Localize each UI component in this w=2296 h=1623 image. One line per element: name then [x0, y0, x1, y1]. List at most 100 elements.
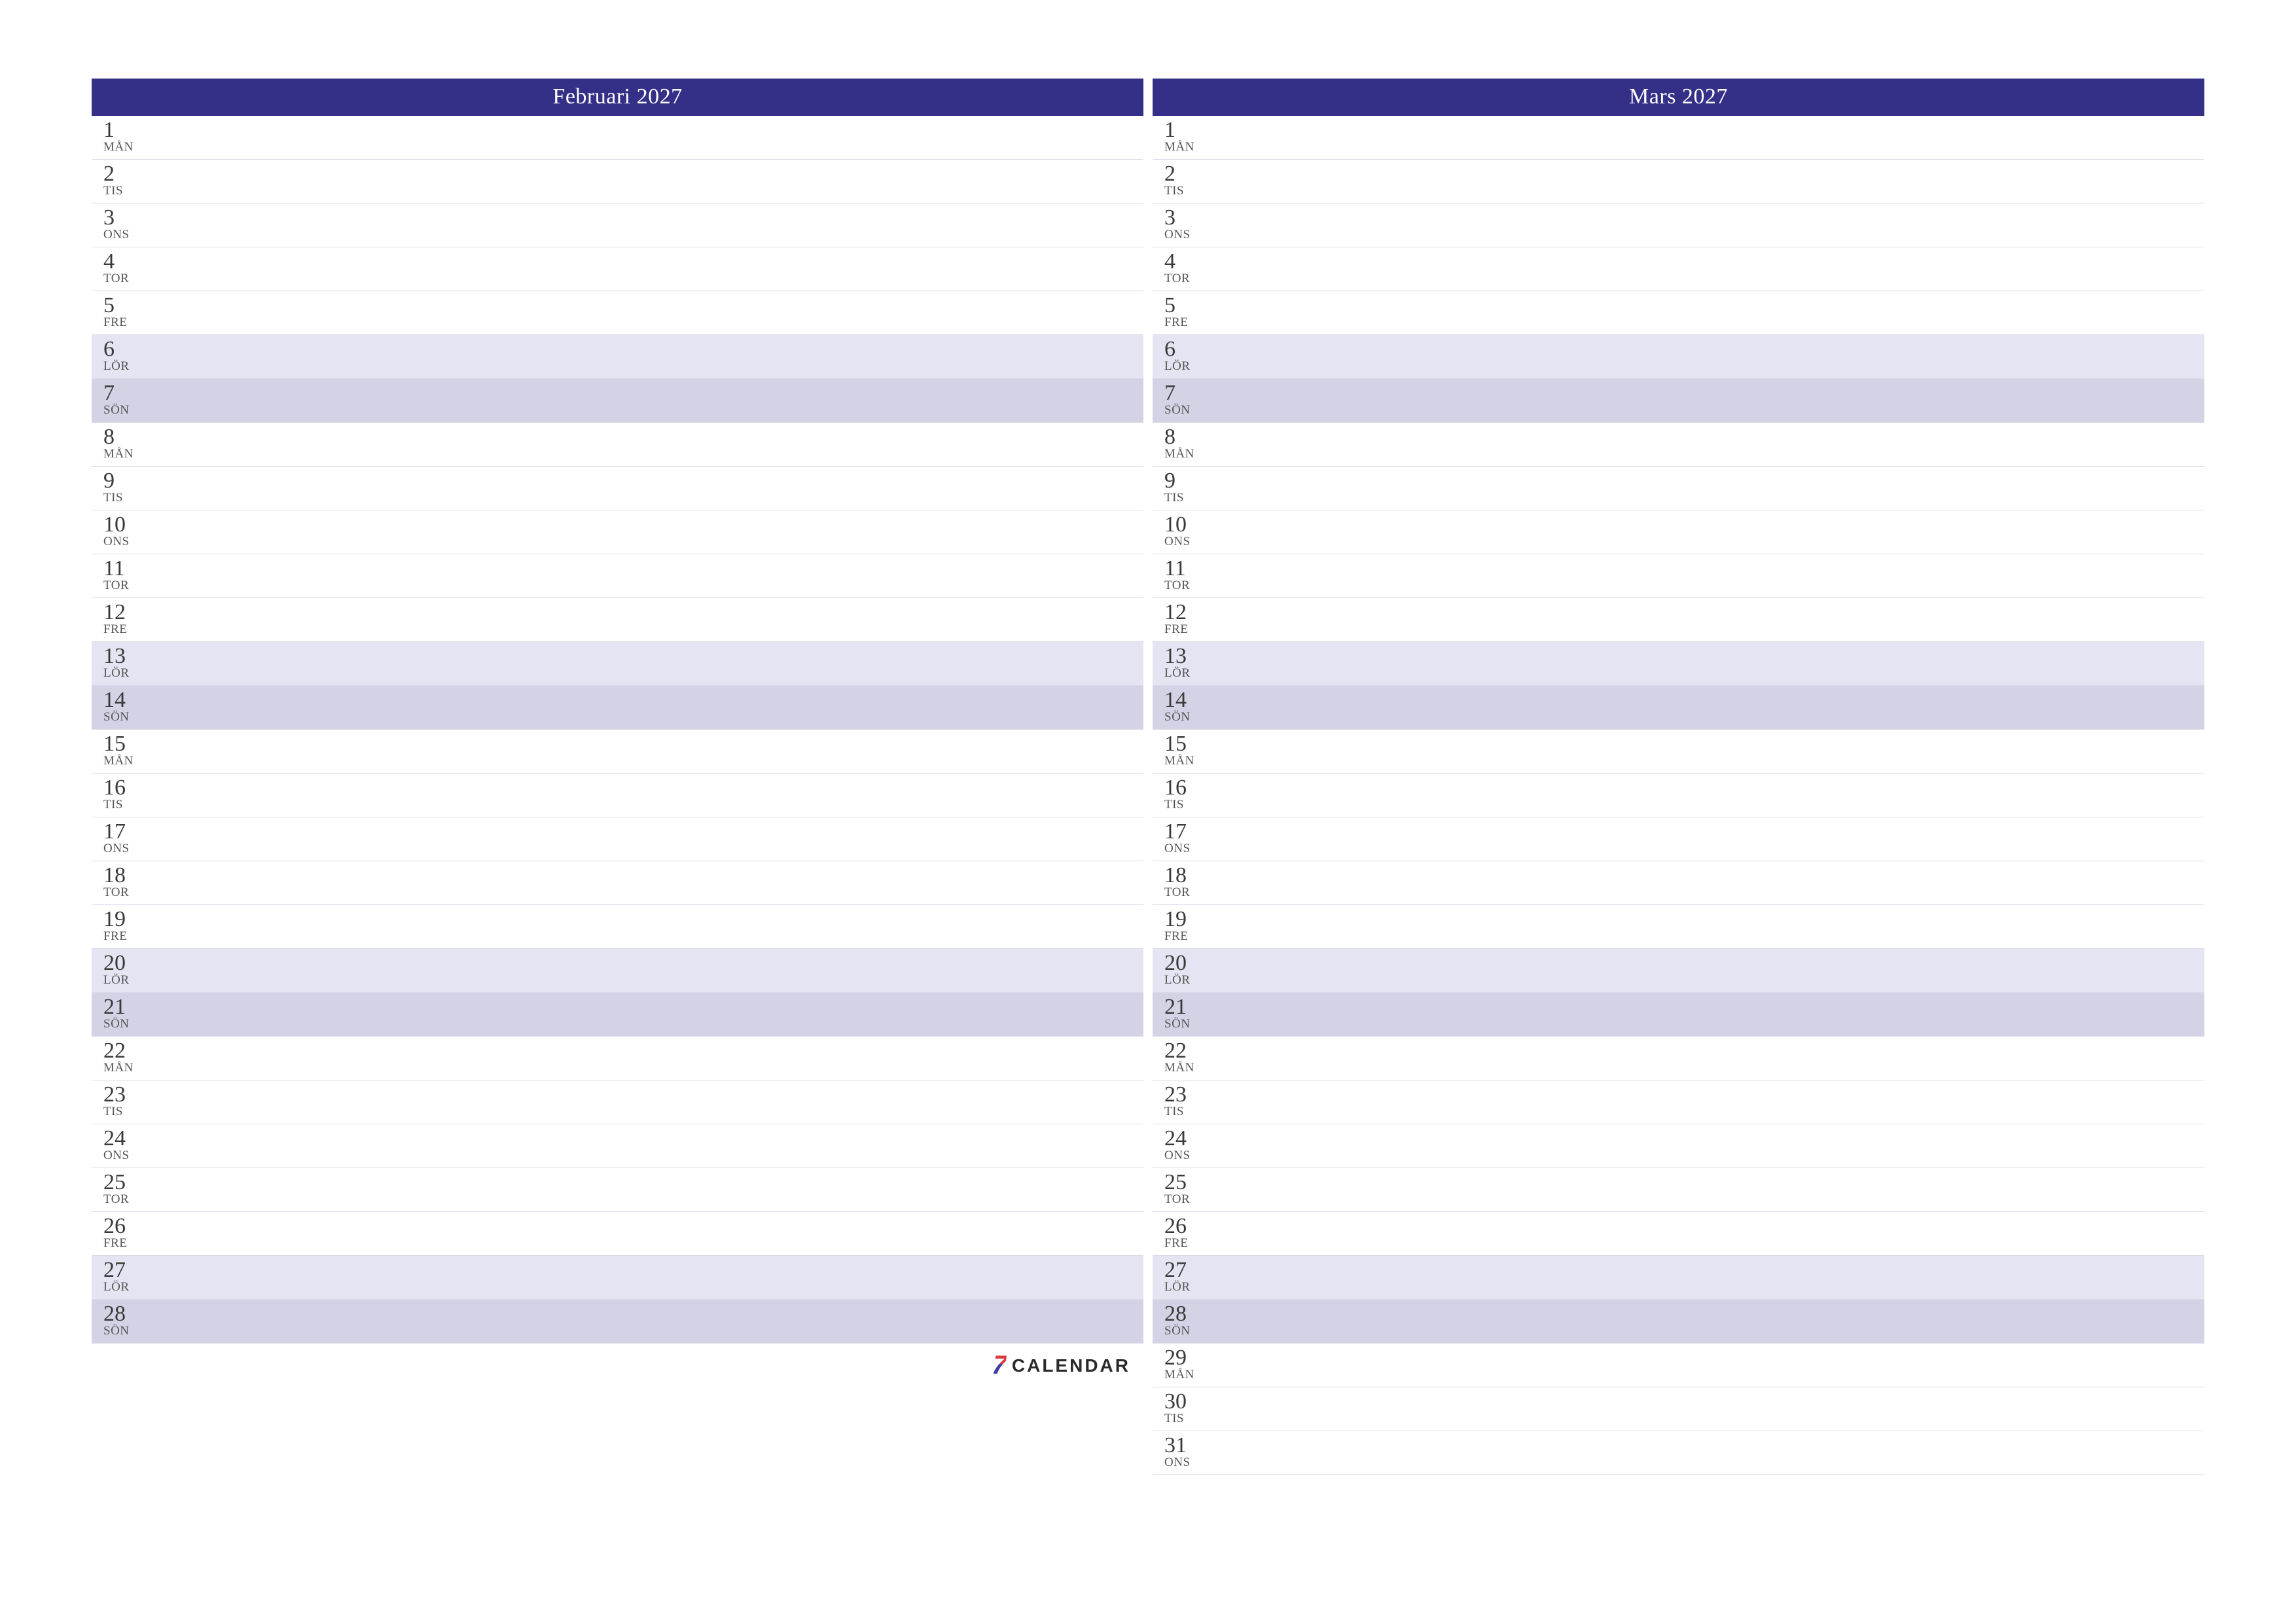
day-weekday: LÖR	[1164, 974, 2204, 986]
day-row: 17ONS	[1153, 817, 2204, 861]
day-number: 3	[103, 206, 1143, 230]
day-weekday: SÖN	[103, 711, 1143, 723]
day-weekday: FRE	[103, 623, 1143, 635]
day-number: 1	[103, 118, 1143, 142]
month-header: Mars 2027	[1153, 79, 2204, 116]
day-row: 21SÖN	[1153, 993, 2204, 1037]
day-row: 27LÖR	[1153, 1256, 2204, 1300]
planner-page: Februari 20271MÅN2TIS3ONS4TOR5FRE6LÖR7SÖ…	[0, 0, 2296, 1514]
day-weekday: SÖN	[103, 1325, 1143, 1337]
day-number: 18	[103, 864, 1143, 887]
day-weekday: FRE	[103, 316, 1143, 329]
day-number: 12	[1164, 601, 2204, 624]
day-weekday: TIS	[103, 491, 1143, 504]
day-row: 15MÅN	[1153, 730, 2204, 774]
day-row: 6LÖR	[92, 335, 1143, 379]
day-row: 26FRE	[1153, 1212, 2204, 1256]
day-weekday: SÖN	[1164, 711, 2204, 723]
month-header: Februari 2027	[92, 79, 1143, 116]
day-number: 28	[1164, 1302, 2204, 1326]
day-row: 14SÖN	[92, 686, 1143, 730]
day-number: 15	[103, 732, 1143, 756]
day-row: 18TOR	[1153, 861, 2204, 905]
day-number: 18	[1164, 864, 2204, 887]
day-weekday: TIS	[103, 798, 1143, 811]
day-number: 8	[1164, 425, 2204, 449]
day-row: 6LÖR	[1153, 335, 2204, 379]
day-row: 7SÖN	[92, 379, 1143, 423]
day-row: 3ONS	[1153, 204, 2204, 247]
day-number: 6	[1164, 338, 2204, 361]
day-weekday: LÖR	[1164, 360, 2204, 372]
day-number: 23	[1164, 1083, 2204, 1107]
day-row: 18TOR	[92, 861, 1143, 905]
day-row: 25TOR	[92, 1168, 1143, 1212]
day-weekday: TIS	[1164, 1412, 2204, 1425]
day-number: 12	[103, 601, 1143, 624]
day-row: 23TIS	[1153, 1080, 2204, 1124]
brand-mark-icon: 7	[990, 1351, 1007, 1380]
day-row: 2TIS	[92, 160, 1143, 204]
day-number: 17	[103, 820, 1143, 844]
day-number: 15	[1164, 732, 2204, 756]
day-weekday: TIS	[103, 1105, 1143, 1118]
day-number: 19	[103, 908, 1143, 931]
day-number: 23	[103, 1083, 1143, 1107]
day-weekday: ONS	[1164, 535, 2204, 548]
day-row: 12FRE	[1153, 598, 2204, 642]
day-row: 16TIS	[92, 774, 1143, 817]
day-number: 10	[1164, 513, 2204, 537]
day-weekday: ONS	[103, 535, 1143, 548]
day-weekday: ONS	[1164, 1456, 2204, 1469]
day-number: 27	[103, 1258, 1143, 1282]
day-number: 25	[103, 1171, 1143, 1194]
day-number: 14	[1164, 688, 2204, 712]
day-number: 30	[1164, 1390, 2204, 1414]
day-number: 16	[103, 776, 1143, 800]
day-weekday: MÅN	[1164, 755, 2204, 767]
day-row: 20LÖR	[92, 949, 1143, 993]
day-number: 7	[103, 382, 1143, 405]
day-weekday: MÅN	[1164, 141, 2204, 153]
month-column-left: Februari 20271MÅN2TIS3ONS4TOR5FRE6LÖR7SÖ…	[92, 79, 1143, 1475]
day-weekday: ONS	[1164, 842, 2204, 855]
day-weekday: MÅN	[103, 755, 1143, 767]
day-weekday: ONS	[1164, 228, 2204, 241]
day-number: 22	[1164, 1039, 2204, 1063]
day-weekday: TOR	[1164, 1193, 2204, 1205]
day-weekday: LÖR	[103, 974, 1143, 986]
day-weekday: FRE	[1164, 623, 2204, 635]
day-weekday: MÅN	[1164, 1368, 2204, 1381]
day-weekday: MÅN	[1164, 448, 2204, 460]
day-weekday: TOR	[103, 579, 1143, 592]
day-row: 5FRE	[92, 291, 1143, 335]
day-row: 25TOR	[1153, 1168, 2204, 1212]
day-row: 11TOR	[1153, 554, 2204, 598]
day-row: 28SÖN	[92, 1300, 1143, 1344]
day-row: 23TIS	[92, 1080, 1143, 1124]
day-row: 8MÅN	[92, 423, 1143, 467]
day-number: 6	[103, 338, 1143, 361]
day-row: 5FRE	[1153, 291, 2204, 335]
day-weekday: MÅN	[103, 141, 1143, 153]
day-number: 24	[103, 1127, 1143, 1150]
day-number: 27	[1164, 1258, 2204, 1282]
day-weekday: LÖR	[1164, 667, 2204, 679]
day-number: 3	[1164, 206, 2204, 230]
day-number: 2	[1164, 162, 2204, 186]
day-number: 10	[103, 513, 1143, 537]
day-number: 5	[103, 294, 1143, 317]
day-number: 19	[1164, 908, 2204, 931]
day-number: 2	[103, 162, 1143, 186]
day-weekday: SÖN	[103, 1018, 1143, 1030]
day-weekday: SÖN	[1164, 1018, 2204, 1030]
day-row: 9TIS	[92, 467, 1143, 510]
day-row: 12FRE	[92, 598, 1143, 642]
day-number: 14	[103, 688, 1143, 712]
brand-logo: 7CALENDAR	[92, 1344, 1143, 1387]
day-weekday: TIS	[1164, 491, 2204, 504]
day-weekday: FRE	[1164, 316, 2204, 329]
day-weekday: LÖR	[103, 360, 1143, 372]
day-number: 20	[1164, 952, 2204, 975]
day-weekday: TIS	[1164, 798, 2204, 811]
